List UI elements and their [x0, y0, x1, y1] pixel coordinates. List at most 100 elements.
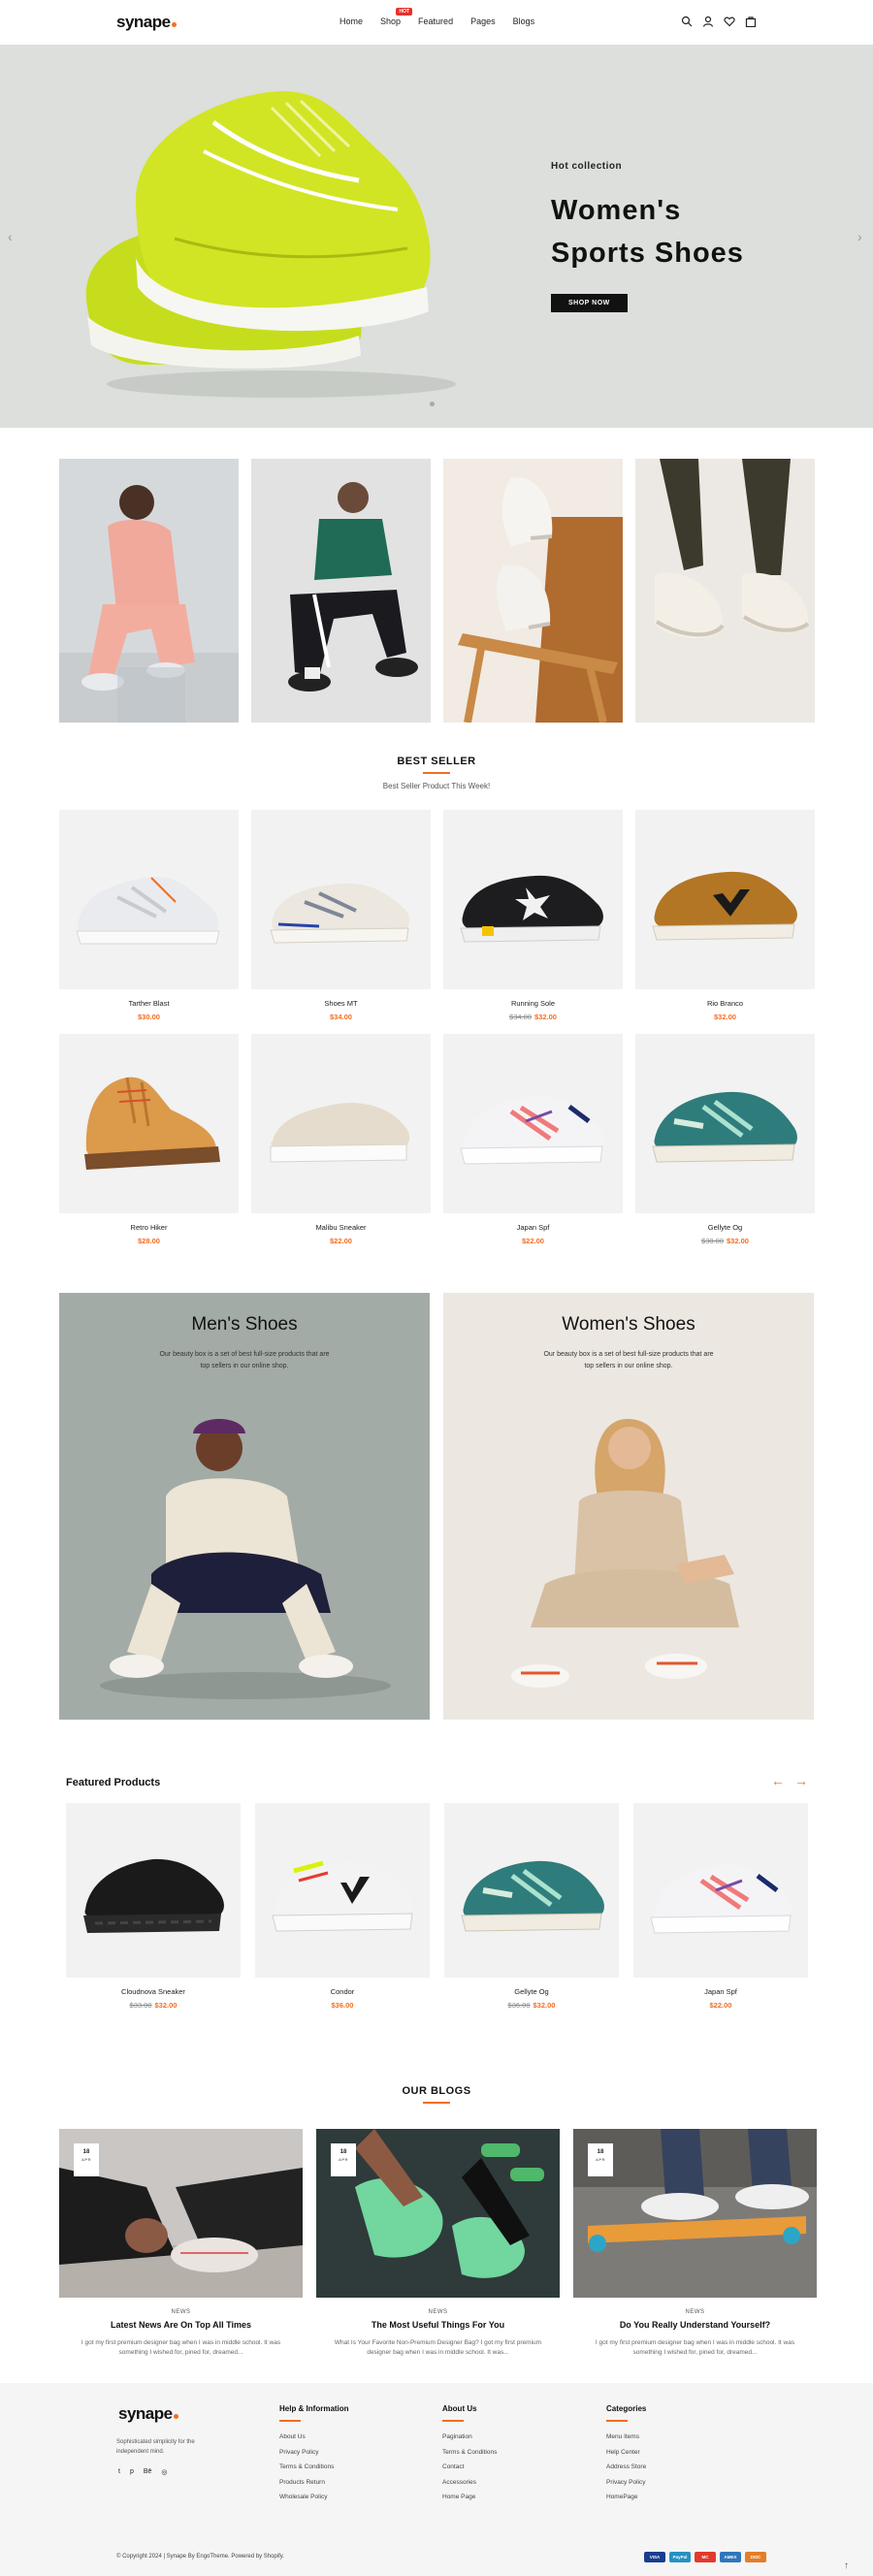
back-to-top-icon[interactable]: ↑ [844, 2560, 849, 2571]
nav-pages[interactable]: Pages [470, 16, 496, 26]
lifestyle-tile-white-sneakers-chair[interactable] [443, 459, 623, 723]
footer-link[interactable]: Privacy Policy [606, 2475, 646, 2491]
payment-methods: VISA PayPal MC AMEX DISC [644, 2552, 766, 2562]
product-image[interactable] [443, 810, 623, 989]
footer-link[interactable]: Pagination [442, 2430, 497, 2445]
arrow-right-icon[interactable]: → [794, 1773, 808, 1788]
product-image[interactable] [251, 810, 431, 989]
footer-link[interactable]: Address Store [606, 2460, 646, 2475]
footer-link[interactable]: Menu Items [606, 2430, 646, 2445]
product-card[interactable]: Japan Spf $22.00 [633, 1803, 808, 2010]
search-icon[interactable] [681, 16, 693, 27]
hero-kicker: Hot collection [551, 161, 623, 172]
product-card[interactable]: Malibu Sneaker $22.00 [251, 1034, 431, 1245]
mens-shoes-desc: Our beauty box is a set of best full-siz… [159, 1351, 330, 1369]
product-name[interactable]: Rio Branco [635, 999, 815, 1008]
product-card[interactable]: Japan Spf $22.00 [443, 1034, 623, 1245]
blog-title[interactable]: Do You Really Understand Yourself? [573, 2320, 817, 2330]
hero-next-arrow[interactable]: › [857, 229, 862, 244]
product-card[interactable]: Shoes MT $34.00 [251, 810, 431, 1021]
product-image[interactable] [66, 1803, 241, 1978]
blog-image[interactable]: 18 APR [59, 2129, 303, 2298]
site-footer: synape Sophisticated simplicity for the … [0, 2383, 873, 2576]
blog-card[interactable]: 18 APR NEWS Do You Really Understand Your… [573, 2129, 817, 2358]
product-image[interactable] [443, 1034, 623, 1213]
footer-link[interactable]: Help Center [606, 2445, 646, 2461]
heart-icon[interactable] [724, 16, 735, 27]
product-card[interactable]: Condor $36.00 [255, 1803, 430, 2010]
product-name[interactable]: Shoes MT [251, 999, 431, 1008]
blog-title[interactable]: Latest News Are On Top All Times [59, 2320, 303, 2330]
amex-icon: AMEX [720, 2552, 741, 2562]
footer-link[interactable]: Products Return [279, 2475, 349, 2491]
product-card[interactable]: Running Sole $34.00 $32.00 [443, 810, 623, 1021]
product-card[interactable]: Gellyte Og $30.00 $32.00 [635, 1034, 815, 1245]
nav-home[interactable]: Home [340, 16, 363, 26]
instagram-icon[interactable]: ◎ [161, 2468, 167, 2476]
nav-shop[interactable]: Shop HOT [380, 8, 413, 26]
product-name[interactable]: Cloudnova Sneaker [66, 1987, 241, 1996]
product-card[interactable]: Cloudnova Sneaker $33.00 $32.00 [66, 1803, 241, 2010]
hero-prev-arrow[interactable]: ‹ [8, 229, 13, 244]
lifestyle-tile-green-shirt[interactable] [251, 459, 431, 723]
product-name[interactable]: Gellyte Og [635, 1223, 815, 1232]
footer-link[interactable]: Accessories [442, 2475, 497, 2491]
footer-logo[interactable]: synape [118, 2404, 178, 2424]
user-icon[interactable] [702, 16, 714, 27]
mens-shoes-banner[interactable]: Men's Shoes Our beauty box is a set of b… [59, 1293, 430, 1720]
product-image[interactable] [635, 810, 815, 989]
logo[interactable]: synape [116, 13, 177, 32]
blog-title[interactable]: The Most Useful Things For You [316, 2320, 560, 2330]
blog-card[interactable]: 18 APR NEWS The Most Useful Things For Yo… [316, 2129, 560, 2358]
footer-link[interactable]: Privacy Policy [279, 2445, 349, 2461]
arrow-left-icon[interactable]: ← [771, 1773, 785, 1788]
hero-pagination [430, 402, 435, 406]
shop-now-button[interactable]: SHOP NOW [551, 294, 628, 312]
product-name[interactable]: Gellyte Og [444, 1987, 619, 1996]
lifestyle-tile-pink-tracksuit[interactable] [59, 459, 239, 723]
product-name[interactable]: Japan Spf [443, 1223, 623, 1232]
nav-blogs[interactable]: Blogs [513, 16, 535, 26]
blog-card[interactable]: 18 APR NEWS Latest News Are On Top All Ti… [59, 2129, 303, 2358]
product-card[interactable]: Tarther Blast $30.00 [59, 810, 239, 1021]
bag-icon[interactable] [745, 16, 757, 27]
womens-shoes-banner[interactable]: Women's Shoes Our beauty box is a set of… [443, 1293, 814, 1720]
footer-link[interactable]: Terms & Conditions [442, 2445, 497, 2461]
product-card[interactable]: Gellyte Og $36.00 $32.00 [444, 1803, 619, 2010]
nav-featured[interactable]: Featured [418, 16, 453, 26]
lifestyle-tile-jumping-sneakers[interactable] [635, 459, 815, 723]
product-image[interactable] [59, 810, 239, 989]
footer-link[interactable]: Terms & Conditions [279, 2460, 349, 2475]
product-image[interactable] [444, 1803, 619, 1978]
behance-icon[interactable]: Bē [144, 2468, 152, 2476]
product-image[interactable] [255, 1803, 430, 1978]
footer-col-categories: Categories Menu Items Help Center Addres… [606, 2404, 646, 2505]
blog-image[interactable]: 18 APR [573, 2129, 817, 2298]
footer-link[interactable]: HomePage [606, 2490, 646, 2505]
blog-image[interactable]: 18 APR [316, 2129, 560, 2298]
product-card[interactable]: Rio Branco $32.00 [635, 810, 815, 1021]
featured-products-title: Featured Products [66, 1777, 161, 1788]
footer-col-help: Help & Information About Us Privacy Poli… [279, 2404, 349, 2505]
product-name[interactable]: Running Sole [443, 999, 623, 1008]
product-image[interactable] [59, 1034, 239, 1213]
footer-link[interactable]: Wholesale Policy [279, 2490, 349, 2505]
product-card[interactable]: Retro Hiker $28.00 [59, 1034, 239, 1245]
product-price: $22.00 [522, 1237, 544, 1245]
product-name[interactable]: Retro Hiker [59, 1223, 239, 1232]
product-image[interactable] [251, 1034, 431, 1213]
footer-link[interactable]: About Us [279, 2430, 349, 2445]
product-name[interactable]: Japan Spf [633, 1987, 808, 1996]
hero-dot[interactable] [430, 402, 435, 406]
product-image[interactable] [635, 1034, 815, 1213]
main-nav: Home Shop HOT Featured Pages Blogs [340, 8, 535, 26]
product-name[interactable]: Condor [255, 1987, 430, 1996]
footer-link[interactable]: Home Page [442, 2490, 497, 2505]
product-name[interactable]: Tarther Blast [59, 999, 239, 1008]
twitter-icon[interactable]: t [118, 2468, 120, 2476]
product-price: $22.00 [330, 1237, 352, 1245]
pinterest-icon[interactable]: p [130, 2468, 134, 2476]
product-name[interactable]: Malibu Sneaker [251, 1223, 431, 1232]
product-image[interactable] [633, 1803, 808, 1978]
footer-link[interactable]: Contact [442, 2460, 497, 2475]
